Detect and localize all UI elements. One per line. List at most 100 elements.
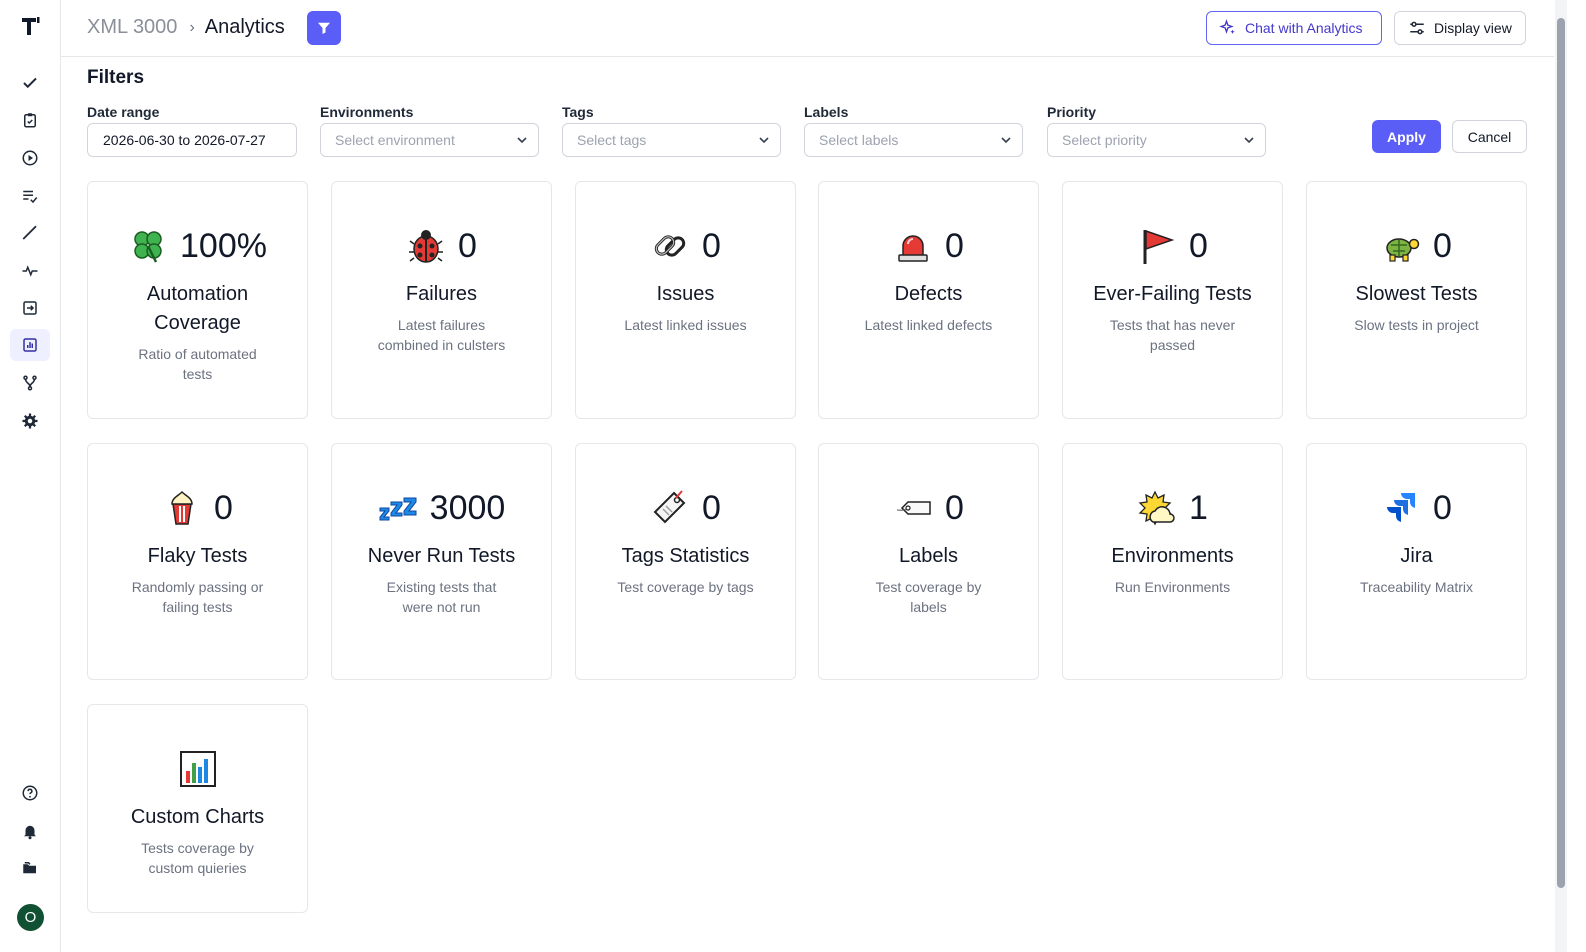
- turtle-icon: [1381, 226, 1421, 266]
- card-jira[interactable]: 0 Jira Traceability Matrix: [1306, 443, 1527, 680]
- sidebar-item-steps[interactable]: [10, 217, 50, 249]
- pulse-icon: [22, 265, 38, 277]
- app-logo[interactable]: [18, 14, 42, 38]
- chevron-down-icon: [1244, 137, 1254, 144]
- chat-with-analytics-button[interactable]: Chat with Analytics: [1206, 11, 1382, 45]
- tag-icon: [650, 488, 690, 528]
- sidebar-item-projects[interactable]: [10, 852, 50, 884]
- clover-icon: [128, 226, 168, 266]
- apply-button[interactable]: Apply: [1372, 120, 1441, 153]
- card-value: 3000: [429, 488, 506, 527]
- priority-label: Priority: [1047, 104, 1097, 120]
- card-labels[interactable]: 0 Labels Test coverage by labels: [818, 443, 1039, 680]
- cancel-button[interactable]: Cancel: [1452, 120, 1527, 153]
- sidebar-item-import[interactable]: [10, 292, 50, 324]
- date-range-input[interactable]: 2026-06-30 to 2026-07-27: [87, 123, 297, 157]
- filter-toggle-button[interactable]: [307, 11, 341, 45]
- tags-select[interactable]: Select tags: [562, 123, 781, 157]
- bar-chart-icon: [178, 749, 218, 789]
- card-description: Tests that has never passed: [1109, 317, 1236, 353]
- card-issues[interactable]: 0 Issues Latest linked issues: [575, 181, 796, 419]
- card-title: Custom Charts: [130, 806, 265, 828]
- chevron-down-icon: [1001, 137, 1011, 144]
- zzz-icon: [378, 488, 418, 528]
- scrollbar-thumb[interactable]: [1557, 18, 1565, 888]
- card-description: Test coverage by tags: [617, 579, 754, 595]
- folders-icon: [23, 862, 36, 874]
- bell-icon: [24, 825, 36, 840]
- sidebar-item-help[interactable]: [10, 777, 50, 809]
- environments-placeholder: Select environment: [335, 132, 455, 148]
- card-description: Randomly passing or failing tests: [131, 579, 264, 615]
- labels-label: Labels: [804, 104, 849, 120]
- card-custom-charts[interactable]: Custom Charts Tests coverage by custom q…: [87, 704, 308, 913]
- sidebar-item-analytics[interactable]: [10, 329, 50, 361]
- top-header: XML 3000 › Analytics Chat with Analytics…: [61, 0, 1554, 57]
- card-title: Automation Coverage: [146, 283, 249, 334]
- clipboard-icon: [24, 113, 36, 128]
- filters-title: Filters: [87, 67, 145, 88]
- card-environments[interactable]: 1 Environments Run Environments: [1062, 443, 1283, 680]
- analytics-icon: [23, 338, 37, 352]
- card-title: Ever-Failing Tests: [1093, 283, 1252, 305]
- breadcrumb: XML 3000 › Analytics: [87, 16, 285, 39]
- sidebar-item-branches[interactable]: [10, 367, 50, 399]
- card-ever-failing-tests[interactable]: 0 Ever-Failing Tests Tests that has neve…: [1062, 181, 1283, 419]
- card-flaky-tests[interactable]: 0 Flaky Tests Randomly passing or failin…: [87, 443, 308, 680]
- card-title: Failures: [405, 283, 478, 305]
- card-value: 0: [458, 226, 477, 265]
- card-description: Latest failures combined in culsters: [377, 317, 506, 353]
- steps-icon: [22, 225, 37, 240]
- sparkles-icon: [1219, 19, 1235, 34]
- environments-select[interactable]: Select environment: [320, 123, 539, 157]
- card-description: Existing tests that were not run: [386, 579, 497, 615]
- sidebar-item-notifications[interactable]: [10, 815, 50, 847]
- breadcrumb-project[interactable]: XML 3000: [87, 16, 177, 39]
- chat-button-label: Chat with Analytics: [1245, 20, 1363, 36]
- filter-icon: [318, 22, 330, 34]
- check-icon: [23, 77, 37, 89]
- page-title: Analytics: [204, 16, 285, 38]
- priority-placeholder: Select priority: [1062, 132, 1147, 148]
- card-description: Slow tests in project: [1354, 317, 1479, 333]
- display-button-label: Display view: [1434, 20, 1512, 36]
- popcorn-icon: [162, 488, 202, 528]
- card-description: Ratio of automated tests: [138, 346, 257, 382]
- ladybug-icon: [406, 226, 446, 266]
- link-icon: [650, 226, 690, 266]
- branch-icon: [23, 375, 37, 391]
- labels-select[interactable]: Select labels: [804, 123, 1023, 157]
- sidebar-item-settings[interactable]: [10, 405, 50, 437]
- card-failures[interactable]: 0 Failures Latest failures combined in c…: [331, 181, 552, 419]
- card-tags-statistics[interactable]: 0 Tags Statistics Test coverage by tags: [575, 443, 796, 680]
- date-range-value: 2026-06-30 to 2026-07-27: [103, 132, 266, 148]
- card-value: 0: [1433, 226, 1452, 265]
- sidebar-item-pulse[interactable]: [10, 255, 50, 287]
- play-circle-icon: [22, 150, 38, 166]
- card-description: Latest linked issues: [624, 317, 747, 333]
- sidebar: O: [0, 0, 61, 952]
- card-value: 0: [702, 488, 721, 527]
- card-defects[interactable]: 0 Defects Latest linked defects: [818, 181, 1039, 419]
- card-title: Never Run Tests: [367, 545, 516, 567]
- label-icon: [893, 488, 933, 528]
- sidebar-item-plans[interactable]: [10, 104, 50, 136]
- card-slowest-tests[interactable]: 0 Slowest Tests Slow tests in project: [1306, 181, 1527, 419]
- page-scrollbar[interactable]: [1555, 0, 1567, 952]
- priority-select[interactable]: Select priority: [1047, 123, 1266, 157]
- chevron-down-icon: [759, 137, 769, 144]
- card-automation-coverage[interactable]: 100% Automation Coverage Ratio of automa…: [87, 181, 308, 419]
- list-check-icon: [23, 190, 38, 204]
- card-value: 0: [945, 488, 964, 527]
- avatar[interactable]: O: [17, 904, 44, 931]
- jira-icon: [1381, 488, 1421, 528]
- card-never-run-tests[interactable]: 3000 Never Run Tests Existing tests that…: [331, 443, 552, 680]
- card-value: 0: [1433, 488, 1452, 527]
- display-view-button[interactable]: Display view: [1394, 11, 1526, 45]
- sidebar-item-list[interactable]: [10, 180, 50, 212]
- sidebar-item-runs[interactable]: [10, 142, 50, 174]
- card-description: Latest linked defects: [864, 317, 993, 333]
- card-value: 0: [945, 226, 964, 265]
- sidebar-item-tests[interactable]: [10, 67, 50, 99]
- siren-icon: [893, 226, 933, 266]
